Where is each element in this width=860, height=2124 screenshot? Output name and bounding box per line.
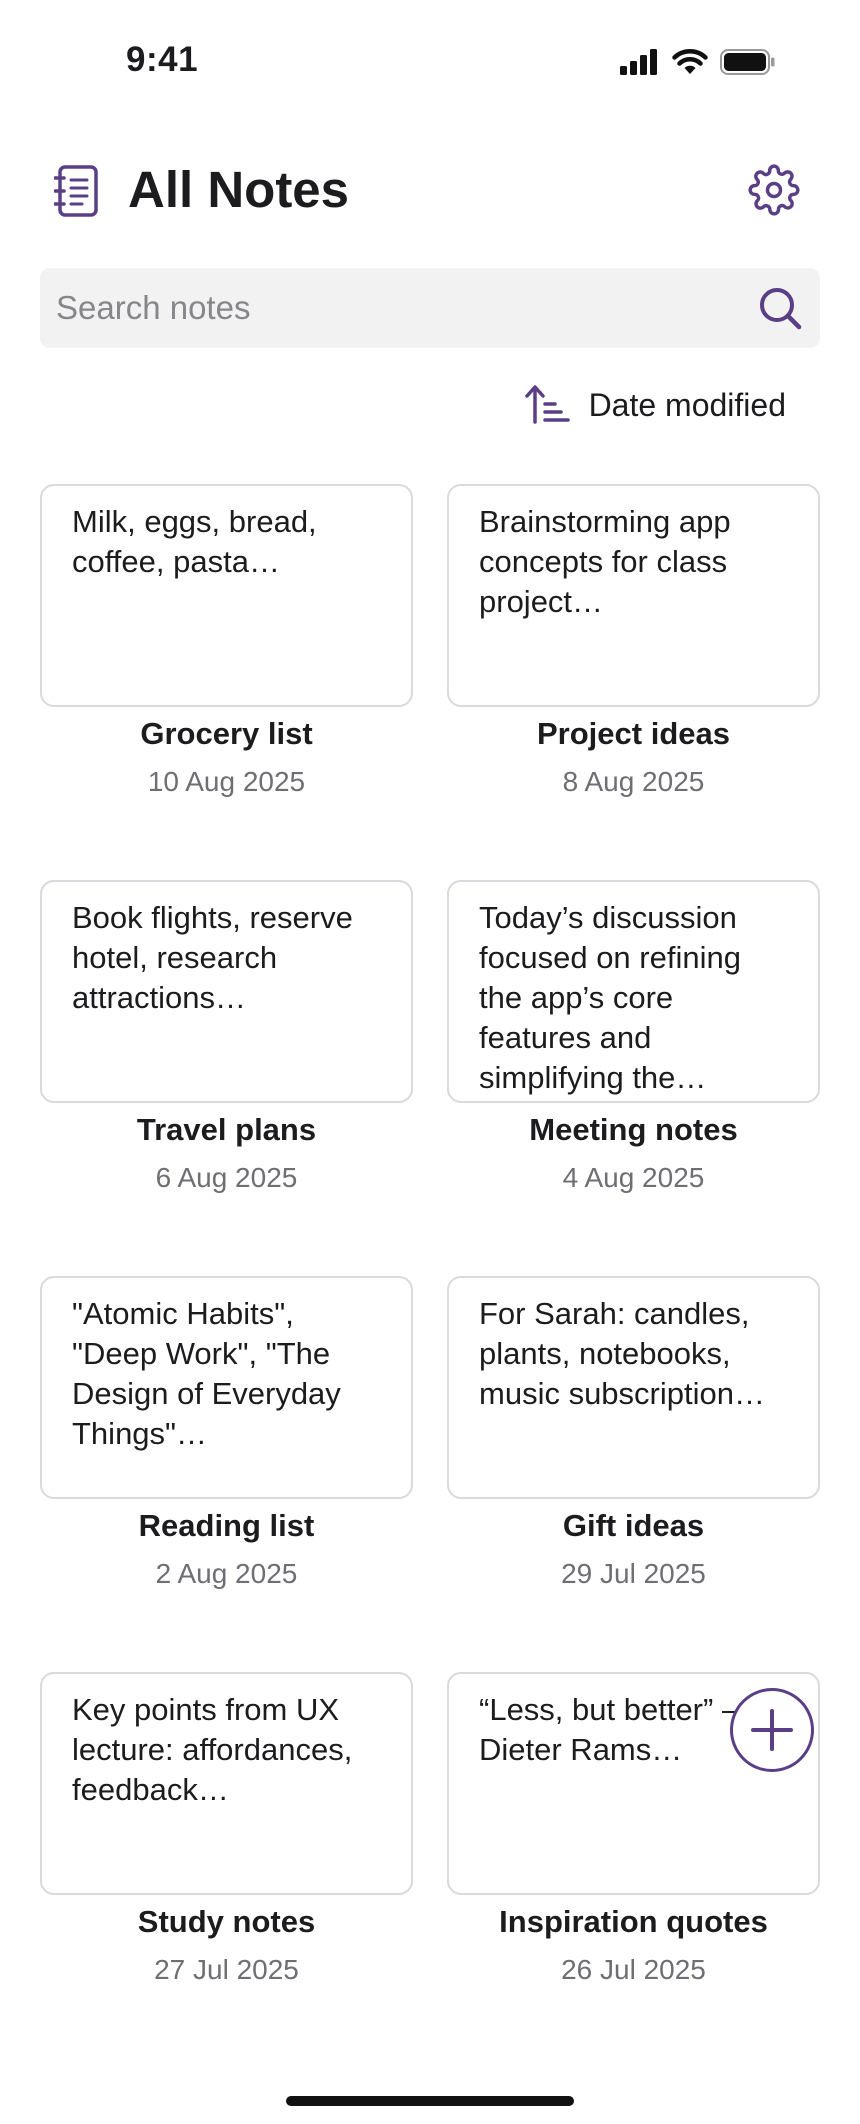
note-item[interactable]: Milk, eggs, bread, coffee, pasta… Grocer… <box>40 484 413 869</box>
note-date: 10 Aug 2025 <box>147 766 306 797</box>
note-title: Travel plans <box>136 1112 317 1147</box>
add-note-button[interactable] <box>730 1688 814 1772</box>
note-title: Study notes <box>137 1904 316 1939</box>
plus-icon <box>751 1709 793 1751</box>
home-indicator[interactable] <box>286 2096 574 2106</box>
status-icons <box>620 48 776 75</box>
note-item[interactable]: For Sarah: candles, plants, notebooks, m… <box>447 1276 820 1661</box>
note-preview: Milk, eggs, bread, coffee, pasta… <box>72 504 317 579</box>
status-bar: 9:41 <box>0 0 860 130</box>
app-header: All Notes <box>0 150 860 240</box>
note-item[interactable]: Key points from UX lecture: affordances,… <box>40 1672 413 2057</box>
search-input[interactable] <box>56 268 746 348</box>
notebook-icon <box>54 165 98 217</box>
settings-button[interactable] <box>748 164 800 216</box>
note-preview: Today’s discussion focused on refining t… <box>479 900 741 1095</box>
note-title: Gift ideas <box>562 1508 705 1543</box>
note-card[interactable]: Milk, eggs, bread, coffee, pasta… <box>40 484 413 707</box>
note-title: Reading list <box>138 1508 315 1543</box>
note-card[interactable]: Today’s discussion focused on refining t… <box>447 880 820 1103</box>
gear-icon <box>748 164 800 216</box>
note-title: Project ideas <box>537 716 730 751</box>
note-preview: Book flights, reserve hotel, research at… <box>72 900 353 1015</box>
sort-ascending-icon <box>524 385 570 424</box>
note-preview: "Atomic Habits", "Deep Work", "The Desig… <box>72 1296 341 1451</box>
note-date: 4 Aug 2025 <box>562 1162 705 1193</box>
wifi-icon <box>672 49 708 74</box>
note-date: 27 Jul 2025 <box>154 1954 299 1985</box>
note-item[interactable]: Book flights, reserve hotel, research at… <box>40 880 413 1265</box>
note-card[interactable]: Key points from UX lecture: affordances,… <box>40 1672 413 1895</box>
note-date: 8 Aug 2025 <box>562 766 705 797</box>
note-card[interactable]: For Sarah: candles, plants, notebooks, m… <box>447 1276 820 1499</box>
note-title: Grocery list <box>140 716 313 751</box>
note-date: 2 Aug 2025 <box>155 1558 298 1589</box>
sort-label: Date modified <box>588 386 786 423</box>
battery-icon <box>720 48 775 75</box>
notes-screen: 9:41 All Notes Search notes Date modifie… <box>0 0 860 2124</box>
note-card[interactable]: "Atomic Habits", "Deep Work", "The Desig… <box>40 1276 413 1499</box>
cellular-signal-icon <box>620 48 657 75</box>
note-item[interactable]: Today’s discussion focused on refining t… <box>447 880 820 1265</box>
note-item[interactable]: Brainstorming app concepts for class pro… <box>447 484 820 869</box>
note-date: 26 Jul 2025 <box>561 1954 706 1985</box>
search-icon <box>760 288 802 330</box>
note-title: Inspiration quotes <box>499 1904 768 1939</box>
note-card[interactable]: Brainstorming app concepts for class pro… <box>447 484 820 707</box>
note-title: Meeting notes <box>529 1112 738 1147</box>
page-title: All Notes <box>128 161 350 218</box>
note-preview: For Sarah: candles, plants, notebooks, m… <box>479 1296 765 1411</box>
note-preview: Key points from UX lecture: affordances,… <box>72 1692 353 1807</box>
status-time: 9:41 <box>126 40 199 79</box>
note-preview: Brainstorming app concepts for class pro… <box>479 504 731 619</box>
note-date: 29 Jul 2025 <box>561 1558 706 1589</box>
note-item[interactable]: "Atomic Habits", "Deep Work", "The Desig… <box>40 1276 413 1661</box>
sort-button[interactable]: Date modified <box>524 380 786 430</box>
note-date: 6 Aug 2025 <box>155 1162 298 1193</box>
note-card[interactable]: Book flights, reserve hotel, research at… <box>40 880 413 1103</box>
search-button[interactable] <box>756 284 804 332</box>
search-bar <box>40 268 820 348</box>
